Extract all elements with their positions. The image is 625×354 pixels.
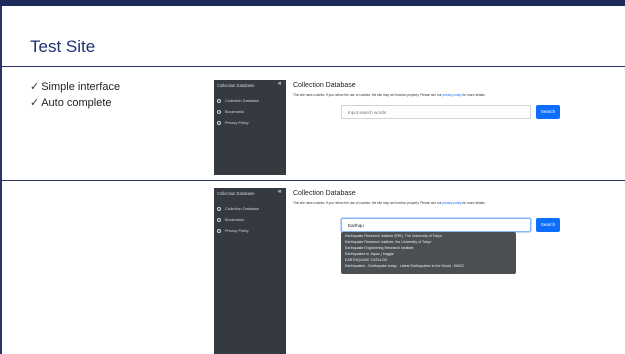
feature-item: ✓ Auto complete <box>30 95 120 111</box>
circle-icon <box>217 110 221 114</box>
title-divider <box>0 66 625 67</box>
cookie-notice: This site uses cookies. If you refuse th… <box>293 201 485 205</box>
cookie-notice: This site uses cookies. If you refuse th… <box>293 93 485 97</box>
checkmark-icon: ✓ <box>30 81 40 93</box>
main-content: Collection Database This site uses cooki… <box>286 80 567 175</box>
sidebar-item-label: Collection Database <box>225 207 259 211</box>
search-button[interactable]: Search <box>536 218 560 232</box>
cookie-notice-text: This site uses cookies. If you refuse th… <box>293 93 443 97</box>
page-title: Collection Database <box>293 190 356 197</box>
collapse-icon[interactable]: « <box>278 189 281 195</box>
sidebar-nav: Collection Database Bookmarks Privacy Po… <box>217 207 259 240</box>
sidebar-item-label: Collection Database <box>225 99 259 103</box>
feature-list: ✓ Simple interface ✓ Auto complete <box>30 79 120 111</box>
search-button[interactable]: Search <box>536 105 560 119</box>
checkmark-icon: ✓ <box>30 97 40 109</box>
circle-icon <box>217 218 221 222</box>
sidebar-item-label: Bookmarks <box>225 218 244 222</box>
cookie-notice-text: This site uses cookies. If you refuse th… <box>293 201 443 205</box>
collapse-icon[interactable]: « <box>278 81 281 87</box>
sidebar-item-label: Bookmarks <box>225 110 244 114</box>
sidebar-item-label: Privacy Policy <box>225 229 249 233</box>
sidebar-item-label: Privacy Policy <box>225 121 249 125</box>
top-accent-bar <box>0 0 625 6</box>
slide-title: Test Site <box>30 37 96 56</box>
page-title: Collection Database <box>293 82 356 89</box>
privacy-policy-link[interactable]: privacy policy <box>442 201 461 205</box>
screenshot-simple-interface: Collection Database « Collection Databas… <box>214 80 567 175</box>
feature-item: ✓ Simple interface <box>30 79 120 95</box>
circle-icon <box>217 99 221 103</box>
feature-text: Simple interface <box>41 81 121 93</box>
sidebar-item-bookmarks[interactable]: Bookmarks <box>217 218 259 229</box>
search-input[interactable]: Earthqu <box>341 218 531 232</box>
sidebar: Collection Database « Collection Databas… <box>214 80 286 175</box>
sidebar-item-collection-database[interactable]: Collection Database <box>217 99 259 110</box>
sidebar: Collection Database « Collection Databas… <box>214 188 286 354</box>
sidebar-item-bookmarks[interactable]: Bookmarks <box>217 110 259 121</box>
sidebar-title: Collection Database <box>217 83 255 88</box>
sidebar-item-collection-database[interactable]: Collection Database <box>217 207 259 218</box>
search-input[interactable]: Input search words <box>341 105 531 119</box>
section-divider <box>0 180 625 181</box>
sidebar-item-privacy-policy[interactable]: Privacy Policy <box>217 121 259 132</box>
main-content: Collection Database This site uses cooki… <box>286 188 567 354</box>
feature-text: Auto complete <box>41 97 112 109</box>
sidebar-nav: Collection Database Bookmarks Privacy Po… <box>217 99 259 132</box>
circle-icon <box>217 207 221 211</box>
cookie-notice-text: for more details. <box>461 201 486 205</box>
autocomplete-option[interactable]: Earthquakes - Earthquake today - Latest … <box>345 264 512 270</box>
sidebar-item-privacy-policy[interactable]: Privacy Policy <box>217 229 259 240</box>
autocomplete-dropdown: Earthquake Research Institute (ERI), The… <box>341 232 516 274</box>
screenshot-auto-complete: Collection Database « Collection Databas… <box>214 188 567 354</box>
circle-icon <box>217 229 221 233</box>
cookie-notice-text: for more details. <box>461 93 486 97</box>
privacy-policy-link[interactable]: privacy policy <box>442 93 461 97</box>
circle-icon <box>217 121 221 125</box>
sidebar-title: Collection Database <box>217 191 255 196</box>
